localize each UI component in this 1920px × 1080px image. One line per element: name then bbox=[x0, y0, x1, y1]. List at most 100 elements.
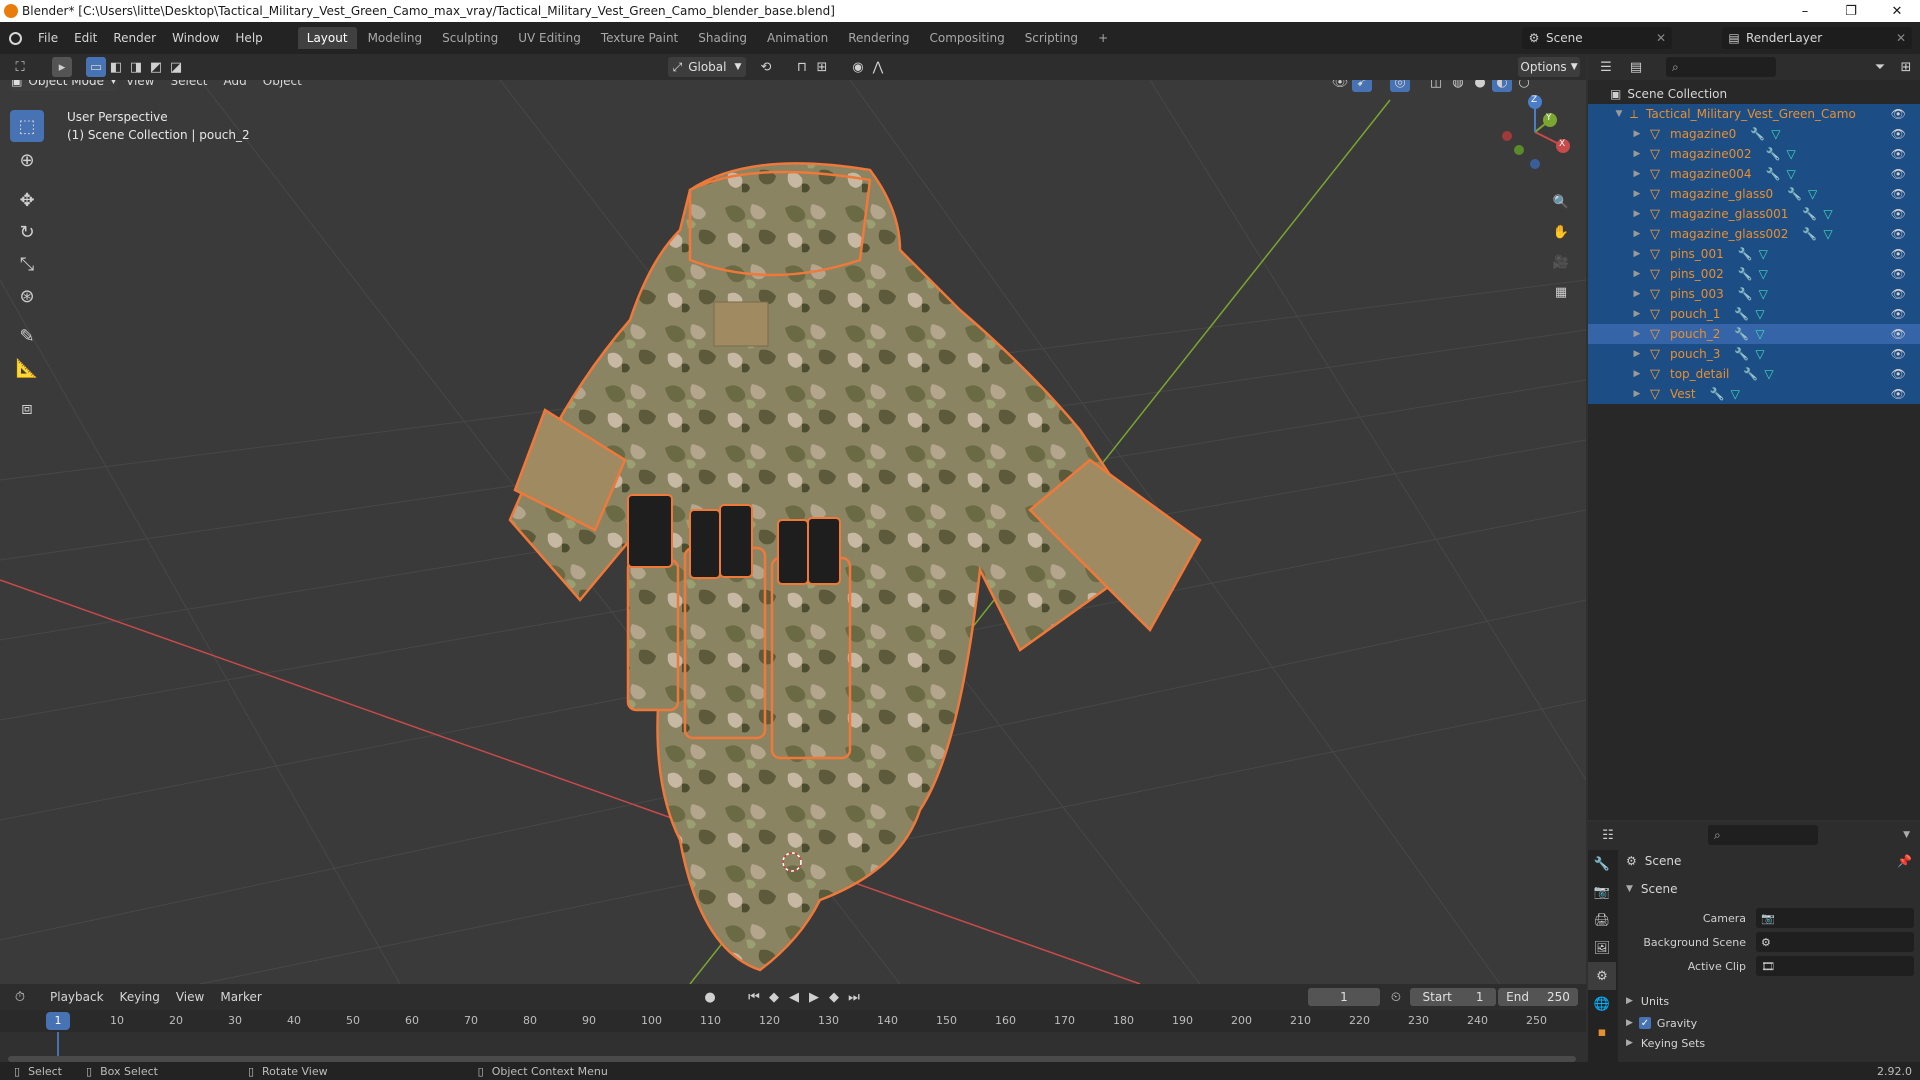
snap-target-icon[interactable]: ⊞ bbox=[812, 57, 832, 77]
tab-animation[interactable]: Animation bbox=[758, 27, 837, 49]
select-intersect-icon[interactable]: ◪ bbox=[166, 57, 186, 77]
menu-window[interactable]: Window bbox=[164, 31, 227, 45]
scale-tool-icon[interactable]: ⤡ bbox=[10, 248, 44, 280]
viewport-menu-view[interactable]: View bbox=[118, 80, 162, 88]
mesh-data-icon[interactable]: ▽ bbox=[1755, 327, 1764, 341]
timeline-menu-view[interactable]: View bbox=[168, 990, 212, 1004]
modifier-icon[interactable]: 🔧 bbox=[1802, 207, 1817, 221]
viewport-menu-select[interactable]: Select bbox=[162, 80, 215, 88]
end-frame-field[interactable]: End 250 bbox=[1498, 988, 1578, 1006]
keying-sets-panel-header[interactable]: ▶ Keying Sets bbox=[1622, 1034, 1916, 1052]
eye-icon[interactable]: 👁 bbox=[1891, 207, 1906, 221]
gizmo-toggle-icon[interactable]: ➹ bbox=[1352, 80, 1372, 92]
timeline-menu-playback[interactable]: Playback bbox=[42, 990, 112, 1004]
zoom-view-icon[interactable]: 🔍 bbox=[1551, 192, 1571, 212]
eye-icon[interactable]: 👁 bbox=[1891, 327, 1906, 341]
modifier-icon[interactable]: 🔧 bbox=[1710, 387, 1725, 401]
blender-menu-icon[interactable] bbox=[0, 31, 30, 45]
modifier-icon[interactable]: 🔧 bbox=[1787, 187, 1802, 201]
output-tab-icon[interactable]: 🖨 bbox=[1588, 906, 1616, 934]
select-extend-icon[interactable]: ◧ bbox=[106, 57, 126, 77]
modifier-icon[interactable]: 🔧 bbox=[1734, 347, 1749, 361]
filter-icon[interactable]: ⏷ bbox=[1870, 57, 1890, 77]
add-cube-tool-icon[interactable]: ⧈ bbox=[10, 392, 44, 424]
object-tab-icon[interactable]: ▪ bbox=[1588, 1018, 1616, 1046]
expand-triangle-icon[interactable]: ▶ bbox=[1632, 369, 1642, 379]
eye-icon[interactable]: 👁 bbox=[1891, 167, 1906, 181]
modifier-icon[interactable]: 🔧 bbox=[1766, 167, 1781, 181]
select-invert-icon[interactable]: ◩ bbox=[146, 57, 166, 77]
eye-icon[interactable]: 👁 bbox=[1891, 287, 1906, 301]
timeline-menu-keying[interactable]: Keying bbox=[112, 990, 168, 1004]
modifier-icon[interactable]: 🔧 bbox=[1766, 147, 1781, 161]
minimize-button[interactable]: – bbox=[1782, 0, 1828, 22]
mesh-data-icon[interactable]: ▽ bbox=[1759, 247, 1768, 261]
jump-start-icon[interactable]: ⏮ bbox=[744, 987, 764, 1007]
eye-icon[interactable]: 👁 bbox=[1891, 347, 1906, 361]
tab-scripting[interactable]: Scripting bbox=[1016, 27, 1087, 49]
display-mode-icon[interactable]: ▤ bbox=[1626, 57, 1646, 77]
properties-search-input[interactable]: ⌕ bbox=[1708, 825, 1818, 845]
camera-field[interactable]: 📷 bbox=[1756, 908, 1914, 928]
background-scene-field[interactable]: ⚙ bbox=[1756, 932, 1914, 952]
eye-icon[interactable]: 👁 bbox=[1891, 367, 1906, 381]
mesh-data-icon[interactable]: ▽ bbox=[1787, 147, 1796, 161]
mesh-data-icon[interactable]: ▽ bbox=[1787, 167, 1796, 181]
properties-editor-icon[interactable]: ☷ bbox=[1598, 825, 1618, 845]
outliner-object-row[interactable]: ▶ ▽ magazine0 🔧 ▽ 👁 bbox=[1588, 124, 1920, 144]
eye-icon[interactable]: 👁 bbox=[1891, 307, 1906, 321]
menu-render[interactable]: Render bbox=[105, 31, 164, 45]
falloff-icon[interactable]: ⋀ bbox=[868, 57, 888, 77]
expand-triangle-icon[interactable]: ▶ bbox=[1632, 349, 1642, 359]
outliner-search-input[interactable]: ⌕ bbox=[1666, 57, 1776, 77]
outliner-object-row[interactable]: ▶ ▽ magazine_glass0 🔧 ▽ 👁 bbox=[1588, 184, 1920, 204]
tab-modeling[interactable]: Modeling bbox=[359, 27, 432, 49]
expand-triangle-icon[interactable]: ▶ bbox=[1632, 129, 1642, 139]
units-panel-header[interactable]: ▶ Units bbox=[1622, 990, 1916, 1012]
current-frame-field[interactable]: 1 bbox=[1308, 988, 1380, 1006]
outliner-editor-icon[interactable]: ☰ bbox=[1596, 57, 1616, 77]
ortho-toggle-icon[interactable]: ▦ bbox=[1551, 282, 1571, 302]
scene-panel-header[interactable]: ▼ Scene bbox=[1622, 878, 1916, 900]
measure-tool-icon[interactable]: 📐 bbox=[10, 352, 44, 384]
select-tool-icon[interactable]: ▸ bbox=[52, 57, 72, 77]
mesh-data-icon[interactable]: ▽ bbox=[1823, 227, 1832, 241]
menu-help[interactable]: Help bbox=[227, 31, 270, 45]
expand-triangle-icon[interactable]: ▶ bbox=[1632, 389, 1642, 399]
record-icon[interactable]: ● bbox=[700, 987, 720, 1007]
tab-shading[interactable]: Shading bbox=[689, 27, 756, 49]
3d-viewport[interactable]: User Perspective (1) Scene Collection | … bbox=[0, 80, 1586, 984]
viewlayer-tab-icon[interactable]: 🖼 bbox=[1588, 934, 1616, 962]
tab-layout[interactable]: Layout bbox=[297, 27, 357, 49]
scene-close-icon[interactable]: ✕ bbox=[1656, 31, 1666, 45]
mesh-data-icon[interactable]: ▽ bbox=[1771, 127, 1780, 141]
mesh-data-icon[interactable]: ▽ bbox=[1731, 387, 1740, 401]
maximize-button[interactable]: ❐ bbox=[1828, 0, 1874, 22]
modifier-icon[interactable]: 🔧 bbox=[1734, 307, 1749, 321]
eye-icon[interactable]: 👁 bbox=[1891, 267, 1906, 281]
outliner-object-row[interactable]: ▶ ▽ pouch_2 🔧 ▽ 👁 bbox=[1588, 324, 1920, 344]
viewport-menu-object[interactable]: Object bbox=[255, 80, 310, 88]
chevron-down-icon[interactable]: ▼ bbox=[1903, 830, 1910, 840]
timeline-ruler[interactable]: 1 10 20 30 40 50 60 70 80 90 100 110 120 130 140 150 16… bbox=[0, 1010, 1586, 1032]
expand-triangle-icon[interactable]: ▶ bbox=[1632, 209, 1642, 219]
annotate-tool-icon[interactable]: ✎ bbox=[10, 320, 44, 352]
modifier-icon[interactable]: 🔧 bbox=[1743, 367, 1758, 381]
close-button[interactable]: ✕ bbox=[1874, 0, 1920, 22]
mesh-data-icon[interactable]: ▽ bbox=[1764, 367, 1773, 381]
proportional-edit-icon[interactable]: ◉ bbox=[848, 57, 868, 77]
expand-triangle-icon[interactable]: ▶ bbox=[1632, 289, 1642, 299]
tab-uv-editing[interactable]: UV Editing bbox=[509, 27, 590, 49]
visibility-icon[interactable]: 👁 bbox=[1330, 80, 1350, 92]
gravity-checkbox[interactable]: ✓ bbox=[1638, 1017, 1651, 1029]
mesh-data-icon[interactable]: ▽ bbox=[1759, 267, 1768, 281]
cursor-tool-icon[interactable]: ⊕ bbox=[10, 144, 44, 176]
modifier-icon[interactable]: 🔧 bbox=[1738, 247, 1753, 261]
expand-triangle-icon[interactable]: ▼ bbox=[1614, 109, 1624, 119]
select-subtract-icon[interactable]: ◨ bbox=[126, 57, 146, 77]
preview-range-icon[interactable]: ⏲ bbox=[1386, 987, 1406, 1007]
viewport-menu-add[interactable]: Add bbox=[216, 80, 255, 88]
select-new-icon[interactable]: ▭ bbox=[86, 57, 106, 77]
eye-icon[interactable]: 👁 bbox=[1891, 387, 1906, 401]
modifier-icon[interactable]: 🔧 bbox=[1802, 227, 1817, 241]
